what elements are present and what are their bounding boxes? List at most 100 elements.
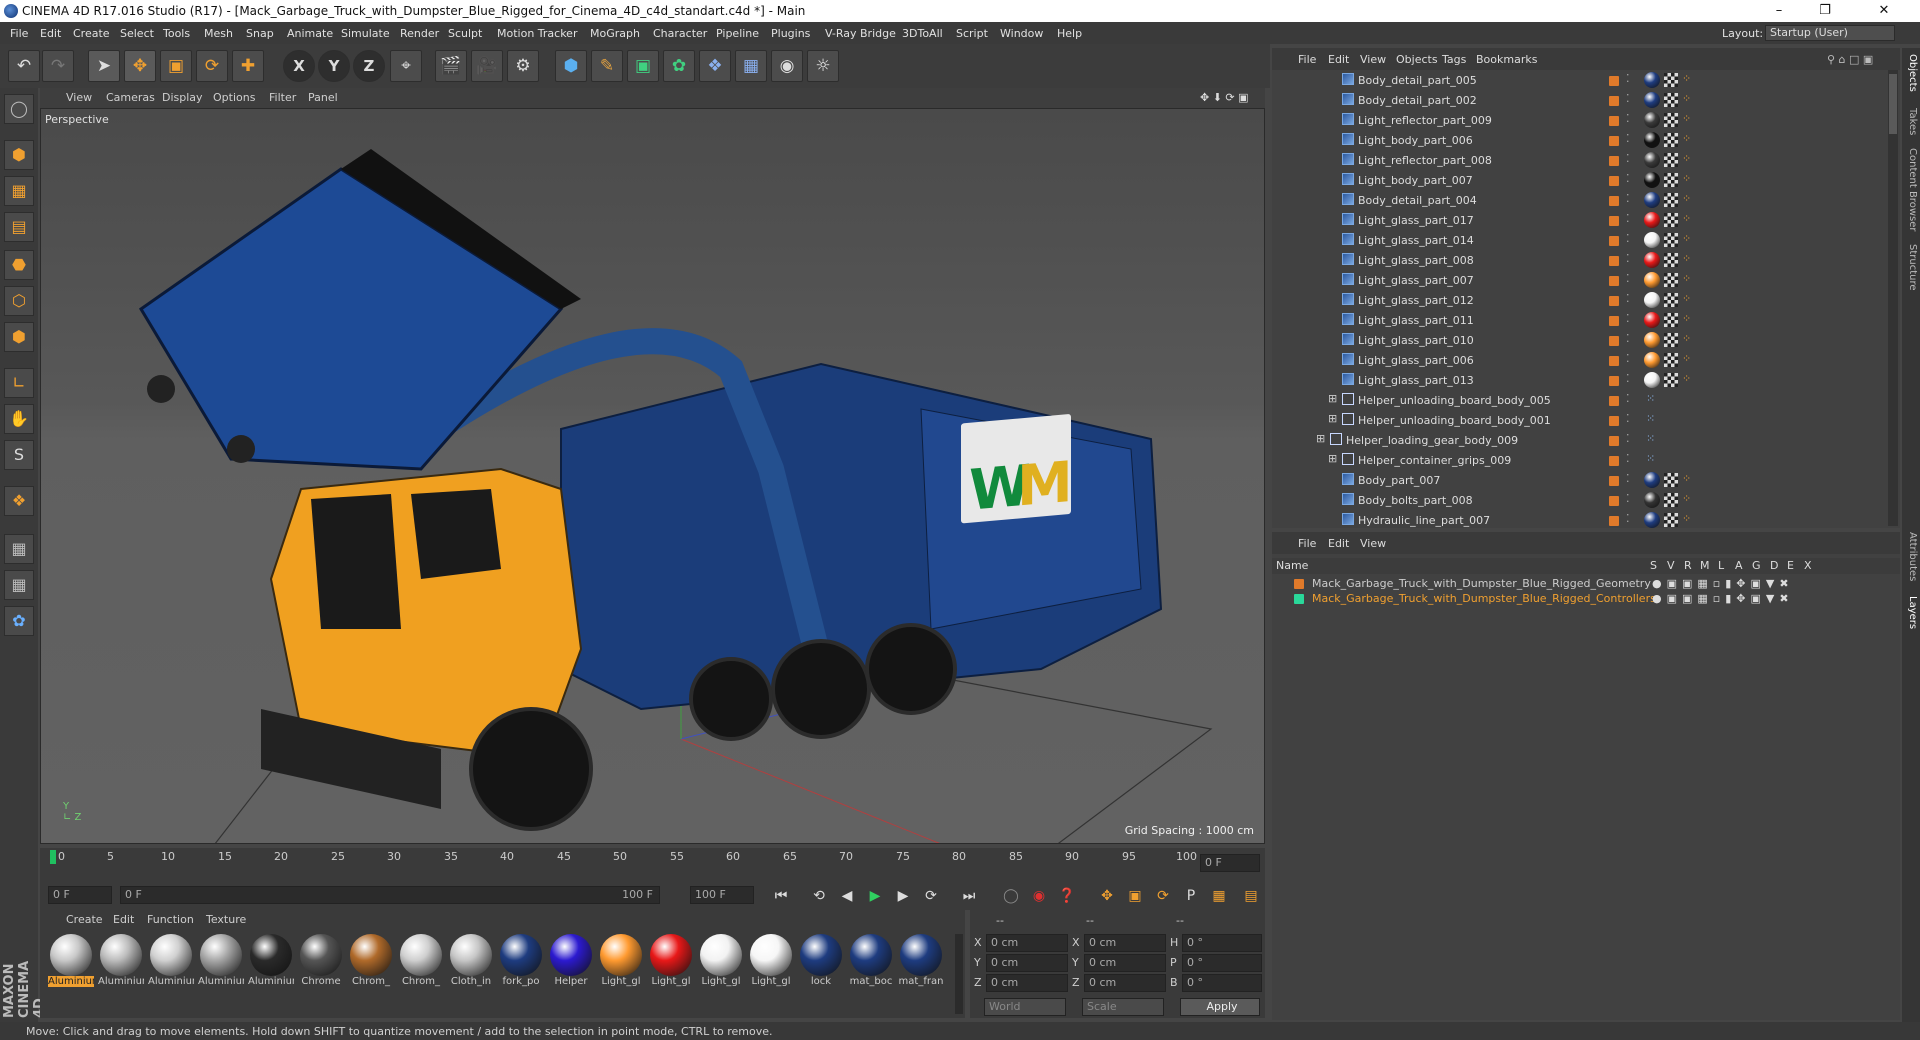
- cube-primitive-icon[interactable]: ⬢: [555, 50, 587, 82]
- material-tag-icon[interactable]: [1644, 352, 1660, 368]
- object-name[interactable]: Hydraulic_line_part_007: [1358, 514, 1490, 527]
- visibility-toggle-icon[interactable]: ⁚: [1626, 72, 1630, 85]
- object-name[interactable]: Light_glass_part_007: [1358, 274, 1474, 287]
- texture-tag-icon[interactable]: [1664, 253, 1678, 267]
- object-row[interactable]: Light_glass_part_017 ⁚ ⁘: [1272, 210, 1900, 230]
- texture-tag-icon[interactable]: [1664, 153, 1678, 167]
- material-tag-icon[interactable]: [1644, 92, 1660, 108]
- minimize-button[interactable]: –: [1756, 0, 1802, 22]
- render-view-icon[interactable]: 🎬: [435, 50, 467, 82]
- phong-tag-icon[interactable]: ⁘: [1682, 152, 1691, 165]
- object-name[interactable]: Body_detail_part_005: [1358, 74, 1477, 87]
- material-tag-icon[interactable]: [1644, 152, 1660, 168]
- menu-tools[interactable]: Tools: [163, 27, 190, 40]
- material-menu-function[interactable]: Function: [147, 913, 194, 926]
- expand-toggle-icon[interactable]: ⊞: [1328, 392, 1337, 405]
- layer-menu-file[interactable]: File: [1298, 537, 1316, 550]
- phong-tag-icon[interactable]: ⁘: [1682, 372, 1691, 385]
- visibility-toggle-icon[interactable]: ⁚: [1626, 312, 1630, 325]
- material-swatch[interactable]: Light_gl: [598, 934, 644, 988]
- viewport-menu-cameras[interactable]: Cameras: [106, 91, 155, 104]
- rotate-tool-icon[interactable]: ⟳: [196, 50, 228, 82]
- display-tag-icon[interactable]: ⁙: [1646, 412, 1655, 425]
- visibility-toggle-icon[interactable]: ⁚: [1626, 252, 1630, 265]
- object-menu-view[interactable]: View: [1360, 53, 1386, 66]
- layer-color-dot[interactable]: [1609, 96, 1619, 106]
- viewport-menu-options[interactable]: Options: [213, 91, 255, 104]
- menu-motion-tracker[interactable]: Motion Tracker: [497, 27, 577, 40]
- object-row[interactable]: Light_reflector_part_008 ⁚ ⁘: [1272, 150, 1900, 170]
- material-tag-icon[interactable]: [1644, 72, 1660, 88]
- recent-tools-icon[interactable]: ✚: [232, 50, 264, 82]
- material-swatch[interactable]: Light_gl: [698, 934, 744, 988]
- menu-mograph[interactable]: MoGraph: [590, 27, 640, 40]
- object-name[interactable]: Light_glass_part_017: [1358, 214, 1474, 227]
- visibility-toggle-icon[interactable]: ⁚: [1626, 172, 1630, 185]
- object-name[interactable]: Helper_unloading_board_body_001: [1358, 414, 1551, 427]
- phong-tag-icon[interactable]: ⁘: [1682, 132, 1691, 145]
- menu-3dtoall[interactable]: 3DToAll: [902, 27, 943, 40]
- visibility-toggle-icon[interactable]: ⁚: [1626, 332, 1630, 345]
- layer-flags-icons[interactable]: ●▣▣▦▫▮✥▣▼✖: [1652, 592, 1794, 605]
- snapping-icon[interactable]: S: [4, 440, 34, 470]
- edges-mode-icon[interactable]: ⬡: [4, 286, 34, 316]
- viewport-menu-panel[interactable]: Panel: [308, 91, 338, 104]
- material-swatch[interactable]: Aluminium: [248, 934, 294, 988]
- object-row[interactable]: Body_detail_part_002 ⁚ ⁘: [1272, 90, 1900, 110]
- menu-script[interactable]: Script: [956, 27, 988, 40]
- workplane-icon[interactable]: ▦: [4, 570, 34, 600]
- object-menu-tags[interactable]: Tags: [1442, 53, 1466, 66]
- layer-color-dot[interactable]: [1609, 76, 1619, 86]
- layer-color-dot[interactable]: [1609, 156, 1619, 166]
- viewport-menu-view[interactable]: View: [66, 91, 92, 104]
- menu-pipeline[interactable]: Pipeline: [716, 27, 759, 40]
- object-row[interactable]: ⊞ Helper_loading_gear_body_009 ⁚ ⁙: [1272, 430, 1900, 450]
- goto-start-icon[interactable]: ⏮: [770, 885, 792, 907]
- texture-tag-icon[interactable]: [1664, 73, 1678, 87]
- object-name[interactable]: Light_body_part_006: [1358, 134, 1473, 147]
- y-axis-lock-icon[interactable]: Y: [318, 50, 350, 82]
- play-icon[interactable]: ▶: [864, 885, 886, 907]
- size-x-field[interactable]: 0 cm: [1084, 934, 1166, 952]
- camera-icon[interactable]: ◉: [771, 50, 803, 82]
- object-row[interactable]: Hydraulic_line_part_007 ⁚ ⁘: [1272, 510, 1900, 530]
- timeline-ruler[interactable]: 0 5 10 15 20 25 30 35 40 45 50 55 60 65 …: [40, 848, 1265, 880]
- object-name[interactable]: Light_glass_part_013: [1358, 374, 1474, 387]
- object-scrollbar[interactable]: [1888, 70, 1898, 526]
- phong-tag-icon[interactable]: ⁘: [1682, 332, 1691, 345]
- material-tag-icon[interactable]: [1644, 292, 1660, 308]
- object-name[interactable]: Helper_loading_gear_body_009: [1346, 434, 1518, 447]
- object-name[interactable]: Light_reflector_part_009: [1358, 114, 1492, 127]
- object-row[interactable]: Light_glass_part_007 ⁚ ⁘: [1272, 270, 1900, 290]
- layer-name[interactable]: Mack_Garbage_Truck_with_Dumpster_Blue_Ri…: [1312, 592, 1656, 605]
- layer-color-dot[interactable]: [1609, 456, 1619, 466]
- object-menu-file[interactable]: File: [1298, 53, 1316, 66]
- menu-simulate[interactable]: Simulate: [341, 27, 390, 40]
- menu-create[interactable]: Create: [73, 27, 110, 40]
- material-swatch[interactable]: mat_boc: [848, 934, 894, 988]
- object-name[interactable]: Helper_unloading_board_body_005: [1358, 394, 1551, 407]
- move-tool-icon[interactable]: ✥: [124, 50, 156, 82]
- layer-color-dot[interactable]: [1609, 176, 1619, 186]
- start-frame-field[interactable]: 0 F: [48, 886, 112, 904]
- tab-takes[interactable]: Takes: [1904, 108, 1918, 135]
- key-parameter-icon[interactable]: P: [1180, 885, 1202, 907]
- scale-tool-icon[interactable]: ▣: [160, 50, 192, 82]
- material-swatch[interactable]: Light_gl: [648, 934, 694, 988]
- prev-frame-icon[interactable]: ◀: [836, 885, 858, 907]
- record-keys-icon[interactable]: ◯: [1000, 885, 1022, 907]
- object-name[interactable]: Helper_container_grips_009: [1358, 454, 1511, 467]
- subdivision-surface-icon[interactable]: ▣: [627, 50, 659, 82]
- autokey-icon[interactable]: ◉: [1028, 885, 1050, 907]
- material-menu-texture[interactable]: Texture: [206, 913, 246, 926]
- material-tag-icon[interactable]: [1644, 512, 1660, 528]
- apply-button[interactable]: Apply: [1180, 998, 1260, 1016]
- material-tag-icon[interactable]: [1644, 272, 1660, 288]
- object-menu-objects[interactable]: Objects: [1396, 53, 1438, 66]
- points-mode-icon[interactable]: ⬣: [4, 250, 34, 280]
- visibility-toggle-icon[interactable]: ⁚: [1626, 352, 1630, 365]
- visibility-toggle-icon[interactable]: ⁚: [1626, 272, 1630, 285]
- object-menu-bookmarks[interactable]: Bookmarks: [1476, 53, 1537, 66]
- menu-mesh[interactable]: Mesh: [204, 27, 233, 40]
- object-row[interactable]: Light_glass_part_010 ⁚ ⁘: [1272, 330, 1900, 350]
